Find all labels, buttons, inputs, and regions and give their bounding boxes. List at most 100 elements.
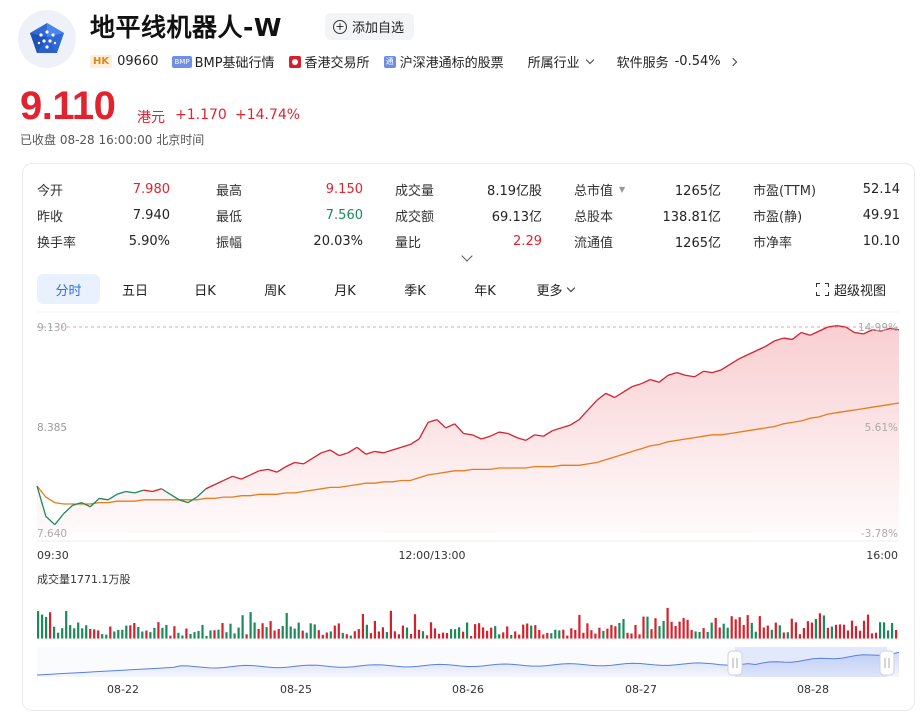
volume-bar <box>165 624 168 639</box>
volume-bar <box>842 624 846 639</box>
volume-bar <box>518 634 521 639</box>
volume-bar <box>129 625 132 639</box>
volume-bar <box>369 633 372 639</box>
volume-bar <box>690 630 693 639</box>
volume-bar <box>65 611 68 639</box>
volume-bar <box>682 618 685 639</box>
volume-bar <box>830 626 833 639</box>
volume-bar <box>305 632 308 639</box>
volume-bar <box>626 632 629 639</box>
volume-bar <box>554 629 557 639</box>
navigator-right-handle[interactable] <box>879 650 895 676</box>
volume-bar <box>550 633 553 639</box>
volume-bars <box>37 607 898 639</box>
volume-bar <box>578 614 581 639</box>
volume-bar <box>722 623 725 639</box>
volume-bar <box>405 627 409 639</box>
volume-bar <box>149 632 152 639</box>
volume-bar <box>309 623 312 639</box>
time-label-open: 09:30 <box>37 549 69 562</box>
volume-bar <box>514 631 517 639</box>
volume-bar <box>85 625 88 639</box>
volume-bar <box>698 632 701 639</box>
volume-bar <box>846 630 850 639</box>
volume-bar <box>478 623 481 639</box>
volume-bar <box>181 635 184 639</box>
volume-bar <box>353 631 356 639</box>
volume-bar <box>450 629 453 639</box>
volume-bar <box>838 624 842 639</box>
volume-bar <box>45 616 48 639</box>
volume-bar <box>273 630 276 639</box>
volume-bar <box>217 629 220 639</box>
volume-bar <box>257 629 260 639</box>
volume-bar <box>454 629 457 639</box>
volume-bar <box>462 631 465 639</box>
volume-bar <box>614 626 617 639</box>
volume-bar <box>490 627 493 639</box>
volume-bar <box>738 617 741 639</box>
volume-bar <box>802 628 805 639</box>
volume-bar <box>646 616 649 639</box>
volume-bar <box>870 633 874 639</box>
volume-bar <box>758 616 761 639</box>
pct-label-mid: 5.61% <box>865 422 898 434</box>
volume-bar <box>510 634 513 639</box>
volume-bar <box>53 626 56 639</box>
volume-bar <box>694 631 697 639</box>
volume-bar <box>393 631 396 639</box>
volume-bar <box>329 631 332 639</box>
volume-bar <box>361 614 364 639</box>
volume-bar <box>381 627 384 639</box>
volume-bar <box>93 629 96 639</box>
volume-bar <box>458 627 461 639</box>
nav-date-label: 08-25 <box>280 683 312 696</box>
volume-bar <box>253 622 256 639</box>
nav-date-label: 08-22 <box>107 683 139 696</box>
volume-bar <box>429 622 433 639</box>
volume-bar <box>826 627 829 639</box>
volume-bar <box>241 615 244 639</box>
volume-bar <box>887 630 890 639</box>
volume-bar <box>101 634 104 639</box>
volume-bar <box>762 627 765 639</box>
volume-bar <box>325 632 328 639</box>
volume-label: 成交量1771.1万股 <box>37 572 131 586</box>
volume-bar <box>558 630 561 639</box>
price-area-fill <box>37 325 899 533</box>
volume-bar <box>654 618 657 639</box>
volume-bar <box>177 632 180 639</box>
volume-bar <box>778 625 781 639</box>
volume-bar <box>754 631 757 639</box>
volume-bar <box>542 634 545 639</box>
time-label-midday: 12:00/13:00 <box>398 549 465 562</box>
volume-bar <box>197 631 200 639</box>
volume-bar <box>895 630 898 639</box>
volume-bar <box>377 631 380 639</box>
intraday-chart[interactable]: 9.130 8.385 7.640 14.99% 5.61% -3.78% 09… <box>0 0 920 717</box>
navigator-left-handle[interactable] <box>727 650 743 676</box>
volume-bar <box>874 632 878 639</box>
volume-bar <box>466 622 469 639</box>
volume-bar <box>225 632 228 639</box>
volume-bar <box>498 634 501 639</box>
volume-bar <box>866 614 870 639</box>
volume-bar <box>862 620 866 639</box>
volume-bar <box>185 628 188 639</box>
volume-bar <box>638 634 641 639</box>
volume-bar <box>409 634 413 639</box>
volume-bar <box>850 620 854 639</box>
volume-bar <box>189 634 192 639</box>
volume-bar <box>750 622 753 639</box>
y-label-mid: 8.385 <box>37 422 67 434</box>
volume-bar <box>590 630 593 639</box>
volume-bar <box>125 625 128 639</box>
volume-bar <box>891 623 894 639</box>
volume-bar <box>317 630 320 639</box>
volume-bar <box>161 627 164 639</box>
volume-bar <box>349 635 352 639</box>
volume-bar <box>794 622 797 639</box>
volume-bar <box>289 626 292 639</box>
volume-bar <box>201 624 204 639</box>
volume-bar <box>73 628 76 639</box>
